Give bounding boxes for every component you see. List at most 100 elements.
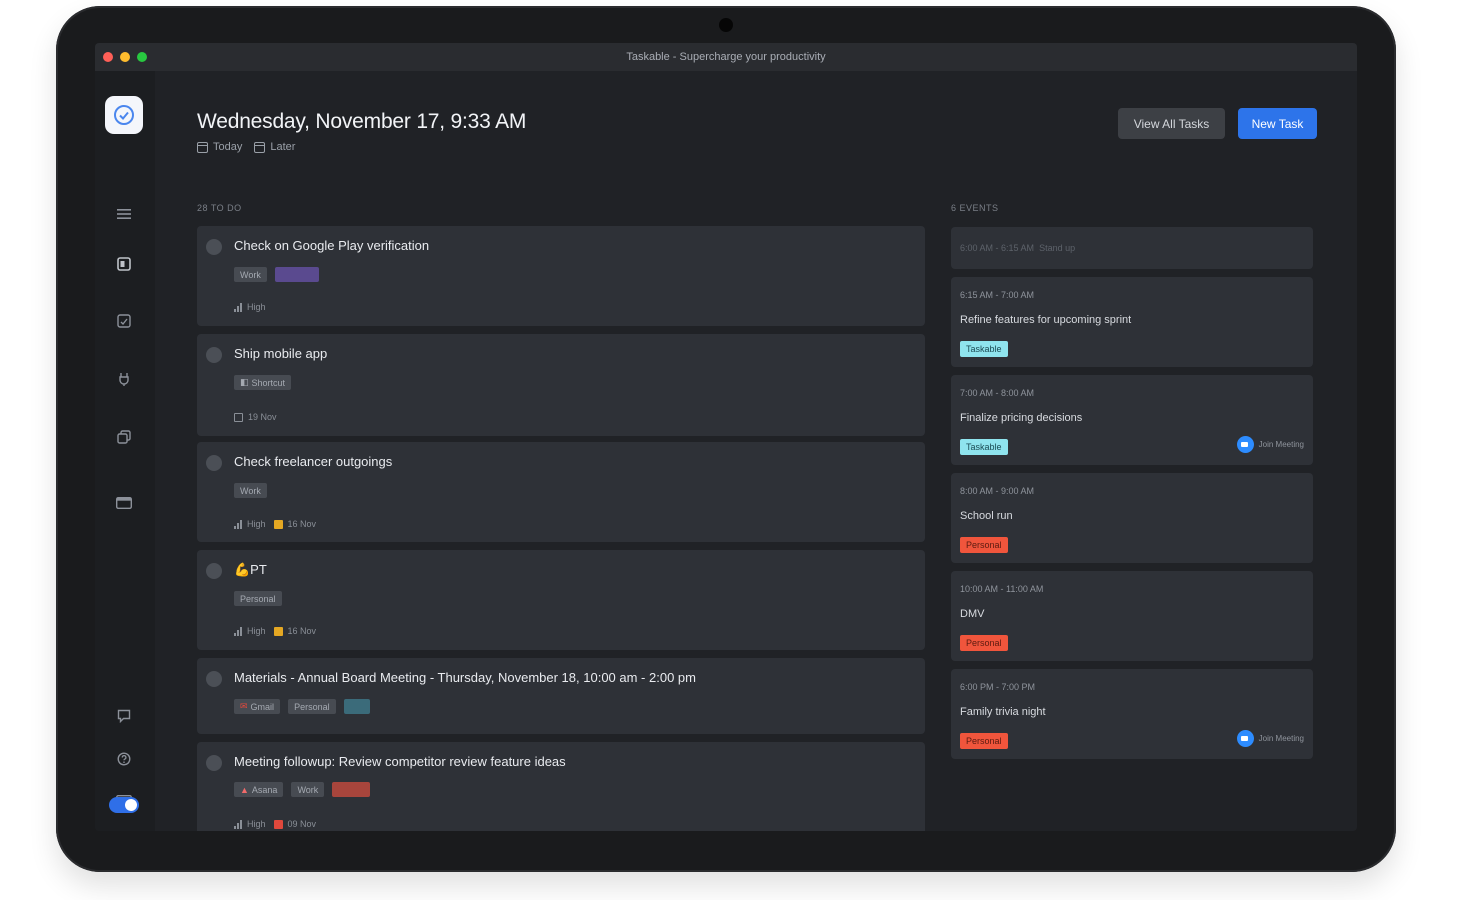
zoom-icon	[1236, 436, 1254, 453]
calendar-icon	[197, 141, 208, 153]
task-checkbox[interactable]	[206, 755, 222, 771]
event-card[interactable]: 6:00 PM - 7:00 PM Family trivia night Pe…	[951, 669, 1313, 759]
window-controls	[103, 52, 147, 62]
new-task-button[interactable]: New Task	[1238, 108, 1317, 139]
event-time: 6:15 AM - 7:00 AM	[960, 290, 1035, 300]
main-content: Wednesday, November 17, 9:33 AM Today La…	[155, 71, 1357, 831]
calendar-icon	[273, 819, 283, 829]
todo-count-label: 28 TO DO	[197, 203, 242, 213]
checklist-icon[interactable]	[113, 310, 135, 332]
event-tag[interactable]: Personal	[960, 635, 1008, 651]
task-title: 💪PT	[234, 562, 267, 577]
sidebar	[95, 71, 155, 831]
theme-toggle[interactable]	[109, 797, 139, 813]
tag-shortcut[interactable]: ◧ Shortcut	[234, 375, 292, 390]
event-tag[interactable]: Taskable	[960, 341, 1008, 357]
plug-icon[interactable]	[113, 368, 135, 390]
tag-personal[interactable]: Personal	[288, 699, 336, 714]
task-tags: Work	[234, 267, 319, 282]
task-card[interactable]: Check on Google Play verification Work H…	[197, 226, 925, 326]
date-meta: 09 Nov	[273, 819, 317, 829]
nav-today[interactable]: Today	[197, 141, 242, 153]
priority-bars-icon	[234, 626, 242, 636]
task-title: Materials - Annual Board Meeting - Thurs…	[234, 670, 696, 685]
priority-meta: High	[234, 302, 266, 312]
task-checkbox[interactable]	[206, 563, 222, 579]
join-meeting-button[interactable]: Join Meeting	[1236, 436, 1304, 453]
task-meta: High 09 Nov	[234, 819, 316, 829]
event-tag[interactable]: Taskable	[960, 439, 1008, 455]
gmail-icon: ✉	[240, 701, 248, 711]
tag-colored[interactable]	[343, 699, 370, 714]
tag-personal[interactable]: Personal	[234, 591, 282, 606]
task-tags: ▲ Asana Work	[234, 782, 371, 797]
task-card[interactable]: Ship mobile app ◧ Shortcut 19 Nov	[197, 334, 925, 436]
calendar-grid-icon[interactable]	[113, 492, 135, 514]
event-time: 7:00 AM - 8:00 AM	[960, 388, 1035, 398]
close-window-button[interactable]	[103, 52, 113, 62]
event-title: School run	[960, 510, 1013, 522]
copy-icon[interactable]	[113, 426, 135, 448]
priority-label: High	[247, 626, 266, 636]
task-card[interactable]: Check freelancer outgoings Work High 16 …	[197, 442, 925, 542]
priority-label: High	[247, 302, 266, 312]
menu-icon[interactable]	[113, 203, 135, 225]
event-tag[interactable]: Personal	[960, 733, 1008, 749]
event-card[interactable]: 8:00 AM - 9:00 AM School run Personal	[951, 473, 1313, 563]
calendar-icon	[273, 519, 283, 529]
event-card[interactable]: 7:00 AM - 8:00 AM Finalize pricing decis…	[951, 375, 1313, 465]
shortcut-icon: ◧	[240, 377, 249, 387]
priority-meta: High	[234, 819, 266, 829]
tag-asana-label: Asana	[251, 784, 278, 795]
maximize-window-button[interactable]	[137, 52, 147, 62]
task-card[interactable]: Meeting followup: Review competitor revi…	[197, 742, 925, 831]
event-card[interactable]: 6:15 AM - 7:00 AM Refine features for up…	[951, 277, 1313, 367]
chat-icon[interactable]	[113, 705, 135, 727]
event-time: 6:00 AM - 6:15 AM Stand up	[960, 243, 1076, 253]
event-title: DMV	[960, 608, 985, 620]
priority-bars-icon	[234, 302, 242, 312]
task-meta: High	[234, 302, 266, 312]
event-card[interactable]: 10:00 AM - 11:00 AM DMV Personal	[951, 571, 1313, 661]
zoom-icon	[1236, 730, 1254, 747]
help-icon[interactable]	[113, 748, 135, 770]
tag-colored[interactable]	[332, 782, 371, 797]
tag-gmail[interactable]: ✉ Gmail	[234, 699, 281, 714]
event-time: 8:00 AM - 9:00 AM	[960, 486, 1035, 496]
task-checkbox[interactable]	[206, 671, 222, 687]
date-meta: 16 Nov	[273, 519, 316, 529]
event-tag[interactable]: Personal	[960, 537, 1008, 553]
app-logo-icon[interactable]	[105, 96, 143, 134]
task-checkbox[interactable]	[206, 455, 222, 471]
task-card[interactable]: Materials - Annual Board Meeting - Thurs…	[197, 658, 925, 734]
task-tags: Work	[234, 483, 267, 498]
date-nav: Today Later	[197, 141, 295, 153]
task-tags: ◧ Shortcut	[234, 375, 292, 390]
task-meta: 19 Nov	[234, 412, 277, 422]
inbox-icon[interactable]	[113, 253, 135, 275]
tag-work[interactable]: Work	[234, 267, 267, 282]
priority-label: High	[247, 519, 266, 529]
nav-later[interactable]: Later	[254, 141, 295, 153]
date-label: 19 Nov	[248, 412, 277, 422]
event-title: Refine features for upcoming sprint	[960, 314, 1132, 326]
join-meeting-label: Join Meeting	[1258, 734, 1304, 743]
event-title: Stand up	[1039, 243, 1076, 253]
view-all-tasks-button[interactable]: View All Tasks	[1118, 108, 1225, 139]
event-card[interactable]: 6:00 AM - 6:15 AM Stand up	[951, 227, 1313, 269]
tag-work[interactable]: Work	[234, 483, 267, 498]
camera-icon	[719, 18, 733, 32]
task-card[interactable]: 💪PT Personal High 16 Nov	[197, 550, 925, 650]
nav-today-label: Today	[213, 141, 243, 153]
tag-asana[interactable]: ▲ Asana	[234, 782, 284, 797]
join-meeting-button[interactable]: Join Meeting	[1236, 730, 1304, 747]
tag-work[interactable]: Work	[291, 782, 325, 797]
tag-colored[interactable]	[274, 267, 319, 282]
app-screen: Taskable - Supercharge your productivity	[95, 43, 1357, 831]
minimize-window-button[interactable]	[120, 52, 130, 62]
date-label: 09 Nov	[287, 819, 317, 829]
event-title: Family trivia night	[960, 706, 1046, 718]
task-checkbox[interactable]	[206, 347, 222, 363]
task-checkbox[interactable]	[206, 239, 222, 255]
tag-gmail-label: Gmail	[250, 701, 275, 712]
